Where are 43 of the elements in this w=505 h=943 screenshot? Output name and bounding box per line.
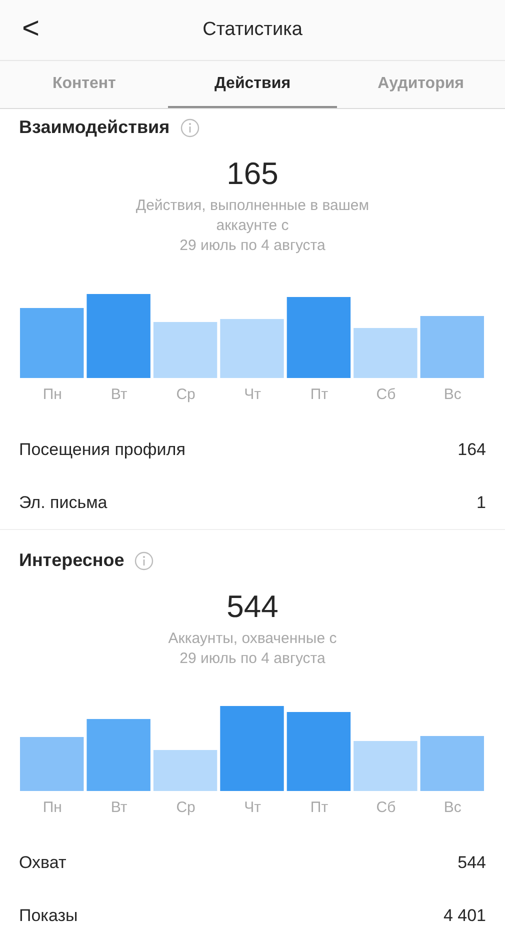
metric-value: 1 [476,492,486,512]
bar [420,736,484,791]
description: Действия, выполненные в вашем аккаунте с 29 июль по 4 августа [134,196,370,256]
bar [86,719,150,791]
bar [20,308,84,378]
metric-label: Показы [19,906,78,926]
total-count: 165 [226,156,280,192]
description: Аккаунты, охваченные с 29 июль по 4 августа [167,629,338,669]
info-icon[interactable] [134,550,154,570]
metric-label: Посещения профиля [19,440,186,460]
tab[interactable]: Действия [168,61,337,108]
bar [153,750,218,791]
bar [220,319,284,378]
metric-label: Эл. письма [19,492,108,512]
day-label: Вс [442,799,462,816]
bar [354,328,418,378]
metric-label: Охват [19,852,66,872]
day-label: Пн [42,386,63,403]
day-label: Пт [309,799,330,816]
bar [153,322,218,378]
back-button[interactable]: < [18,12,44,46]
day-label: Ср [175,386,196,403]
day-label: Ср [175,799,196,816]
metric-value: 544 [458,852,486,872]
section-title: Интересное [19,550,124,571]
day-label: Пн [42,799,63,816]
day-label: Вт [110,386,128,403]
metric-value: 4 401 [443,906,486,926]
day-label: Чт [243,799,262,816]
bar [20,737,84,791]
info-icon[interactable] [180,118,200,138]
day-label: Вс [442,386,462,403]
bar [354,741,418,791]
section-title: Взаимодействия [19,117,170,138]
day-label: Вт [110,799,128,816]
day-label: Сб [375,386,397,403]
metric-value: 164 [458,440,486,460]
day-label: Сб [375,799,397,816]
bar [420,316,484,378]
day-label: Чт [243,386,262,403]
screen-title: Статистика [202,19,302,41]
total-count: 544 [226,589,280,625]
day-label: Пт [309,386,330,403]
